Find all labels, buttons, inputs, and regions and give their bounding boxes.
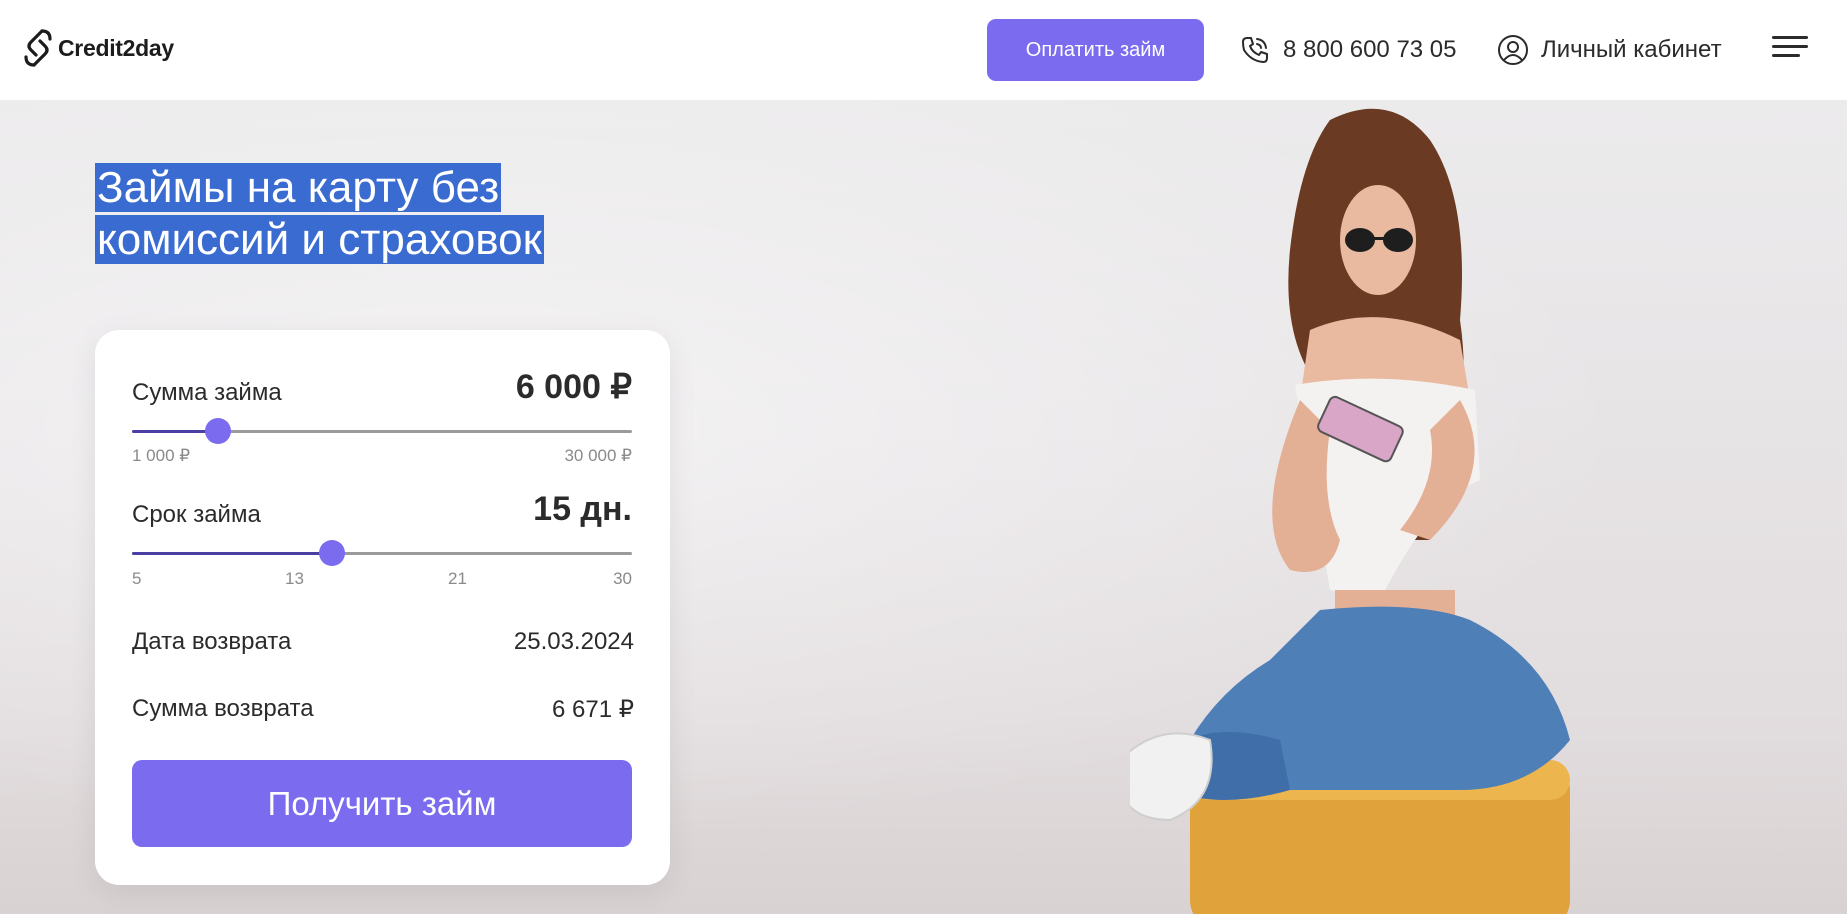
term-tick: 30 xyxy=(613,569,632,588)
term-header: Срок займа 15 дн. xyxy=(132,490,632,529)
phone-link[interactable]: 8 800 600 73 05 xyxy=(1239,30,1457,70)
hero-section: Займы на карту без комиссий и страховок xyxy=(0,100,1847,914)
amount-range: 1 000 ₽ 30 000 ₽ xyxy=(132,446,632,466)
term-value: 15 дн. xyxy=(533,490,632,528)
return-sum-value: 6 671 ₽ xyxy=(552,696,634,723)
amount-max-label: 30 000 ₽ xyxy=(564,446,632,465)
hero-title: Займы на карту без комиссий и страховок xyxy=(95,162,544,266)
phone-icon xyxy=(1242,37,1268,63)
term-slider-thumb[interactable] xyxy=(319,540,345,566)
term-tick: 5 xyxy=(132,569,142,588)
pay-loan-button[interactable]: Оплатить займ xyxy=(987,19,1204,81)
logo[interactable]: Credit2day xyxy=(22,28,174,68)
term-slider-fill xyxy=(132,552,332,555)
phone-number: 8 800 600 73 05 xyxy=(1283,36,1457,63)
amount-label: Сумма займа xyxy=(132,379,282,406)
logo-text: Credit2day xyxy=(58,34,174,61)
return-sum-row: Сумма возврата 6 671 ₽ xyxy=(132,695,634,724)
amount-value: 6 000 ₽ xyxy=(515,368,632,406)
term-tick: 13 xyxy=(285,569,304,588)
get-loan-button[interactable]: Получить займ xyxy=(132,760,632,847)
loan-calculator: Сумма займа 6 000 ₽ 1 000 ₽ 30 000 ₽ Сро… xyxy=(95,330,670,885)
term-slider[interactable] xyxy=(132,540,632,566)
amount-slider-thumb[interactable] xyxy=(205,418,232,444)
site-header: Credit2day Оплатить займ 8 800 600 73 05… xyxy=(0,0,1847,100)
hero-person-image xyxy=(1130,108,1570,914)
return-date-row: Дата возврата 25.03.2024 xyxy=(132,628,634,656)
account-label: Личный кабинет xyxy=(1541,36,1722,63)
return-date-label: Дата возврата xyxy=(132,628,292,655)
term-ticks: 5 13 21 30 xyxy=(132,569,632,589)
hero-title-line-2: комиссий и страховок xyxy=(95,215,544,264)
hero-title-line-1: Займы на карту без xyxy=(95,163,502,212)
account-link[interactable]: Личный кабинет xyxy=(1497,30,1722,70)
amount-slider[interactable] xyxy=(132,418,632,444)
amount-header: Сумма займа 6 000 ₽ xyxy=(132,367,632,407)
term-tick: 21 xyxy=(448,569,467,588)
logo-icon xyxy=(24,29,52,67)
user-icon xyxy=(1498,35,1528,65)
amount-min-label: 1 000 ₽ xyxy=(132,446,191,465)
menu-icon[interactable] xyxy=(1772,36,1808,62)
return-date-value: 25.03.2024 xyxy=(513,628,634,655)
return-sum-label: Сумма возврата xyxy=(132,695,314,722)
term-label: Срок займа xyxy=(132,501,261,528)
